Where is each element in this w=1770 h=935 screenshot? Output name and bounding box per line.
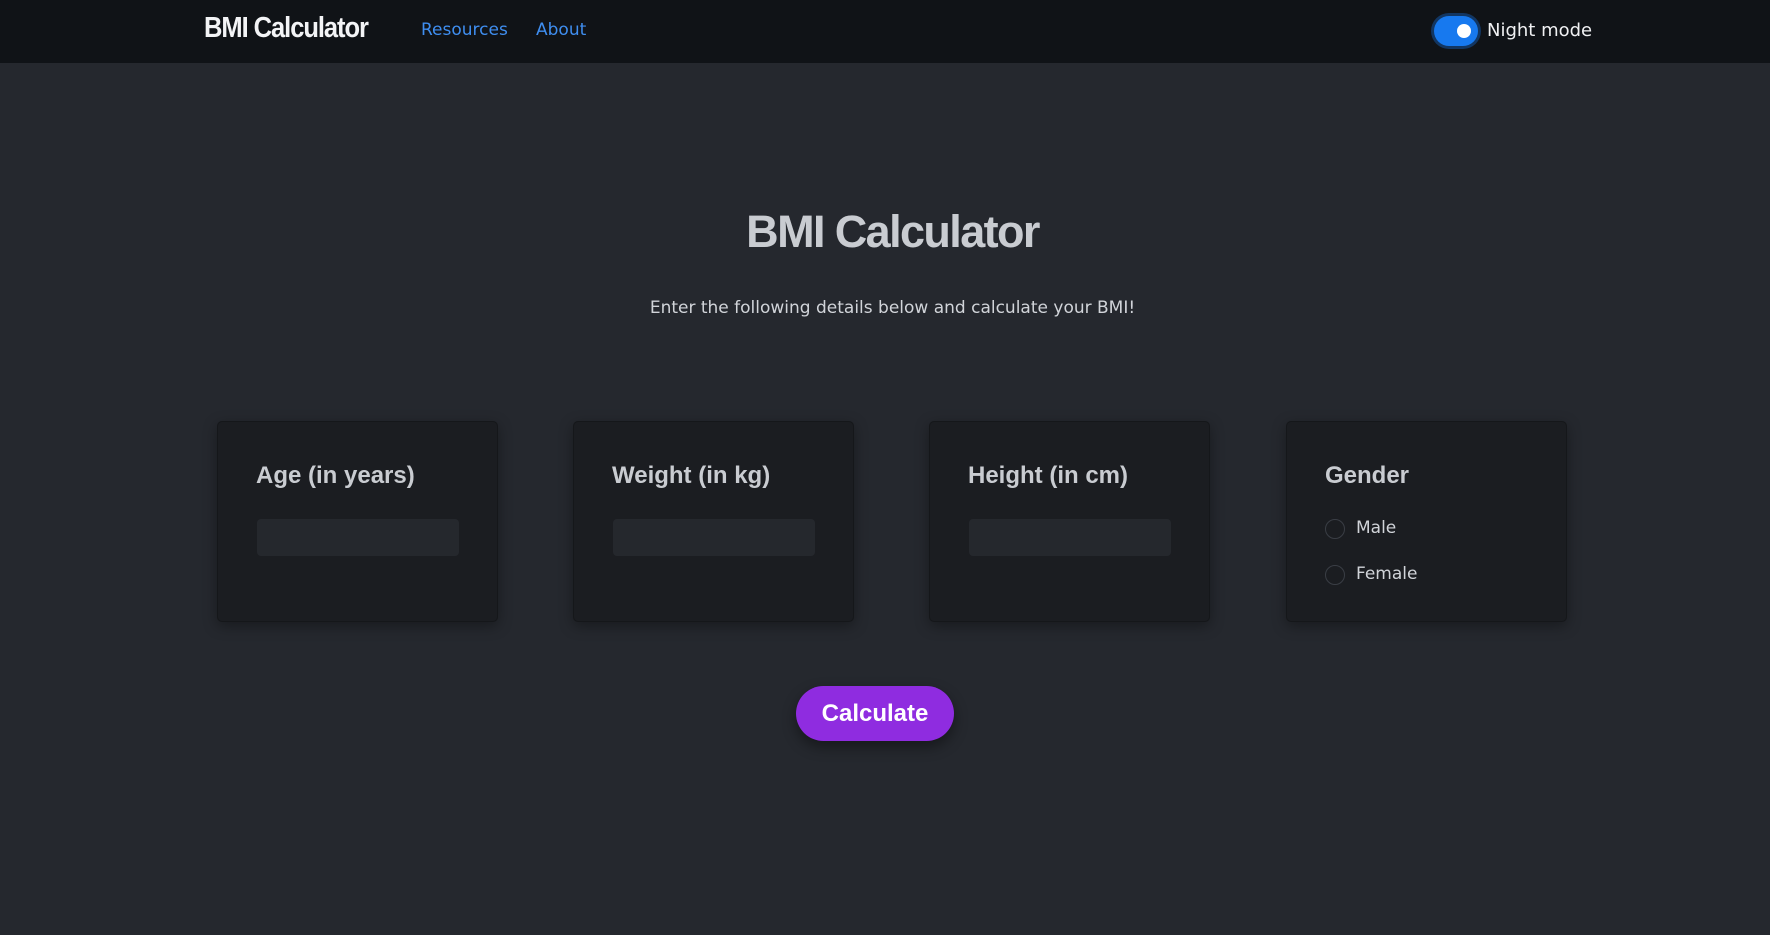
nav-link-resources[interactable]: Resources <box>421 20 508 40</box>
calculate-button[interactable]: Calculate <box>796 686 954 741</box>
height-label: Height (in cm) <box>968 462 1128 489</box>
gender-label: Gender <box>1325 462 1410 489</box>
age-card: Age (in years) <box>217 421 498 622</box>
radio-button-female[interactable] <box>1325 565 1345 585</box>
height-input[interactable] <box>969 519 1171 556</box>
page-title: BMI Calculator <box>746 206 1040 257</box>
radio-label-male[interactable]: Male <box>1356 518 1396 538</box>
weight-label: Weight (in kg) <box>612 462 771 489</box>
night-mode-label[interactable]: Night mode <box>1487 20 1592 41</box>
age-label: Age (in years) <box>256 462 415 489</box>
gender-card: Gender Male Female <box>1286 421 1567 622</box>
page-subtitle: Enter the following details below and ca… <box>649 298 1136 318</box>
brand-logo[interactable]: BMI Calculator <box>204 12 369 45</box>
nav-link-about[interactable]: About <box>536 20 586 40</box>
height-card: Height (in cm) <box>929 421 1210 622</box>
weight-input[interactable] <box>613 519 815 556</box>
night-mode-switch[interactable] <box>1434 16 1478 46</box>
switch-knob <box>1457 24 1471 38</box>
age-input[interactable] <box>257 519 459 556</box>
radio-label-female[interactable]: Female <box>1356 564 1417 584</box>
weight-card: Weight (in kg) <box>573 421 854 622</box>
top-navbar: BMI Calculator Resources About Night mod… <box>0 0 1770 63</box>
radio-button-male[interactable] <box>1325 519 1345 539</box>
